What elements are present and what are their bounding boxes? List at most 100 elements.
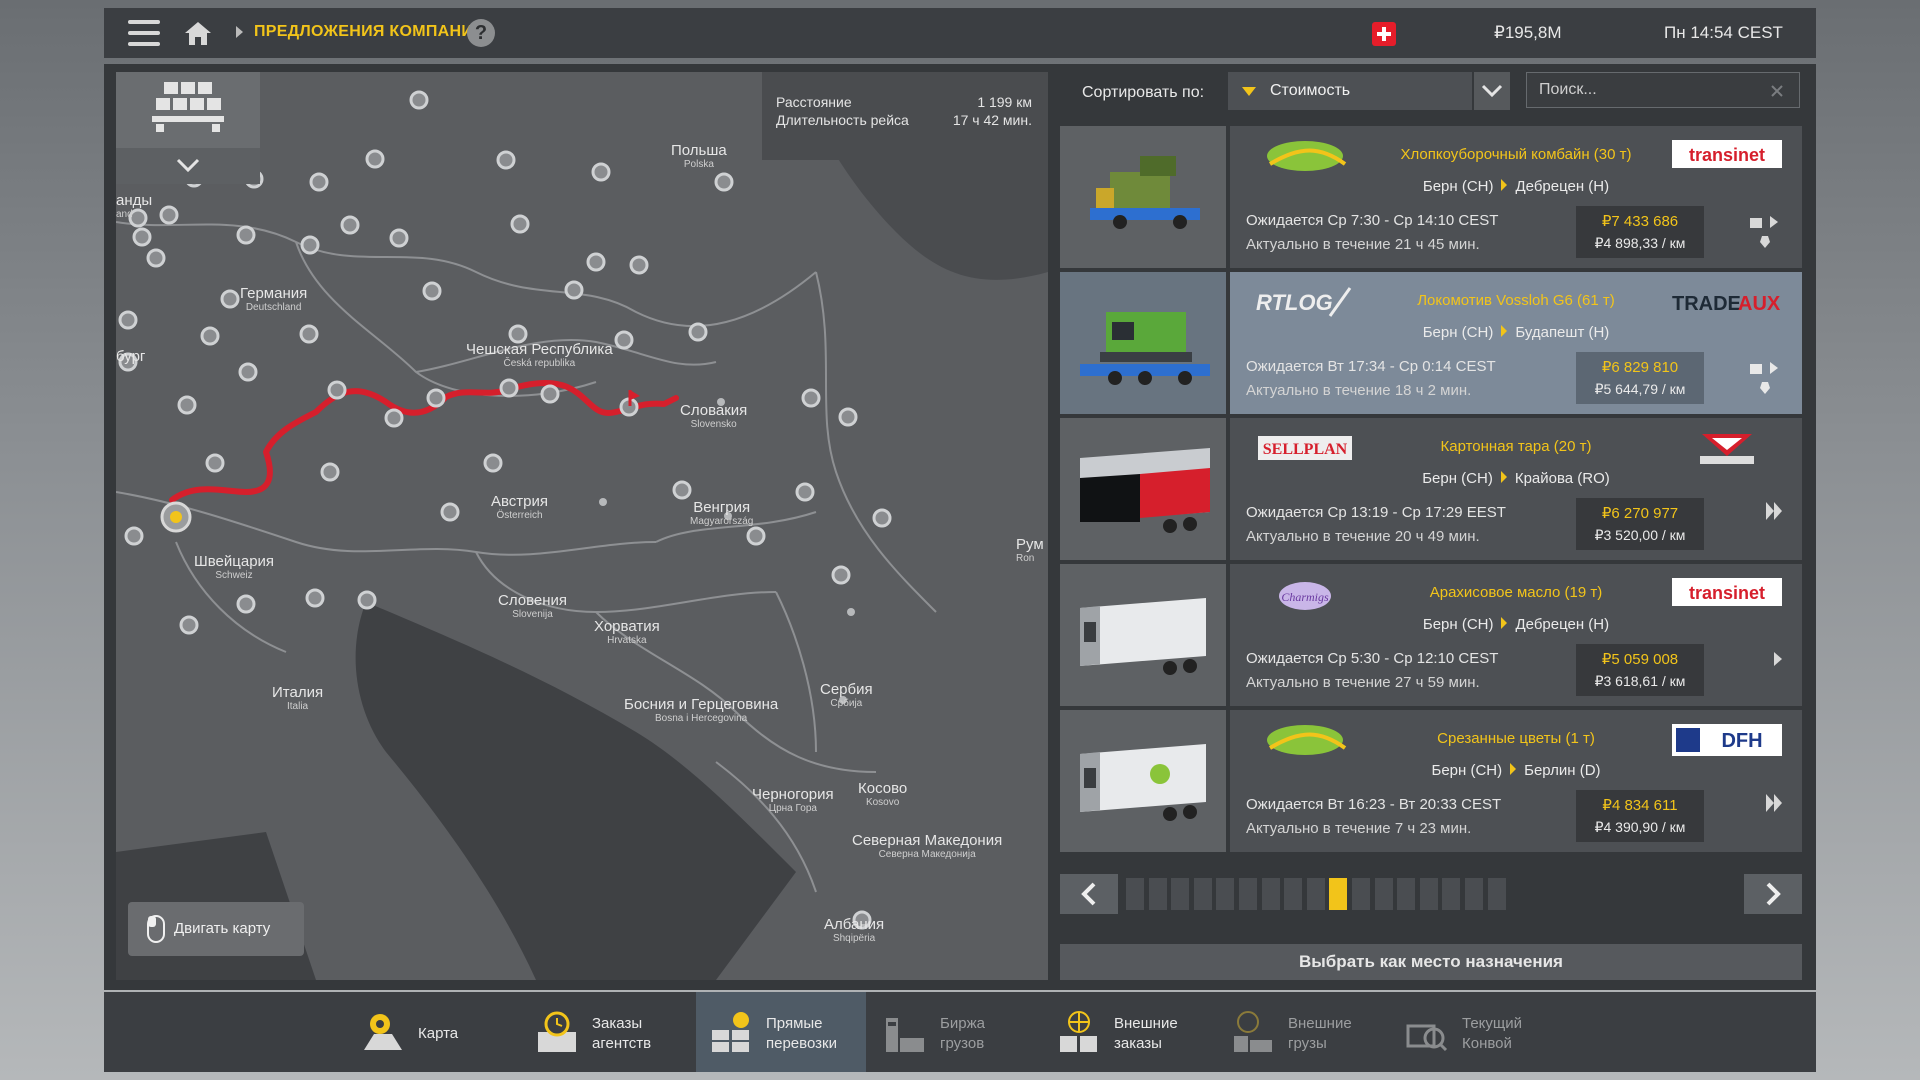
tab-label: Прямые перевозки: [766, 1015, 837, 1052]
home-icon[interactable]: [184, 20, 212, 46]
country-label-albania: Албания Shqipëria: [824, 916, 885, 944]
freight-market-icon: [886, 1018, 924, 1052]
clear-search-icon[interactable]: [1770, 84, 1784, 98]
page-indicator[interactable]: [1352, 878, 1370, 910]
tab-agency-orders[interactable]: Заказы агентств: [522, 992, 692, 1072]
reefer-trailer-icon: [1080, 744, 1206, 821]
page-indicator[interactable]: [1487, 878, 1506, 910]
tab-external-cargo[interactable]: Внешние грузы: [1218, 992, 1388, 1072]
transinet-logo-icon: transinet: [1672, 140, 1782, 168]
page-indicator[interactable]: [1397, 878, 1416, 910]
route-map[interactable]: Польша Polska Германия Deutschland Чешск…: [116, 72, 1048, 980]
offer-card-selected[interactable]: RTLOG Локомотив Vossloh G6 (61 т) TRADE A…: [1060, 272, 1802, 414]
route-to: Будапешт (H): [1515, 324, 1610, 341]
trip-info-panel: Расстояние 1 199 км Длительность рейса 1…: [762, 72, 1048, 160]
price: ₽7 433 686: [1601, 213, 1679, 230]
expected-time: Ожидается Вт 17:34 - Ср 0:14 CEST: [1246, 358, 1496, 375]
direct-icon: [712, 1012, 749, 1052]
page-indicator[interactable]: [1239, 878, 1257, 910]
top-bar: ПРЕДЛОЖЕНИЯ КОМПАНИЙ ? ₽195,8M Пн 14:54 …: [104, 8, 1816, 58]
agrofoods-logo-icon: [1267, 141, 1347, 171]
cargo-thumbnail: [1060, 418, 1226, 560]
chevron-left-icon: [1081, 882, 1096, 906]
svg-text:Charmigs: Charmigs: [1281, 590, 1329, 604]
page-indicator[interactable]: [1306, 878, 1325, 910]
next-page-button[interactable]: [1744, 874, 1802, 914]
tab-external-contracts[interactable]: Внешние заказы: [1044, 992, 1214, 1072]
offer-details: Хлопкоуборочный комбайн (30 т) transinet…: [1230, 126, 1802, 268]
country-label-serbia: Сербия Србија: [820, 681, 873, 709]
tab-direct-jobs[interactable]: Прямые перевозки: [696, 992, 866, 1072]
svg-text:TRADE: TRADE: [1672, 293, 1741, 315]
set-destination-button[interactable]: Выбрать как место назначения: [1060, 944, 1802, 980]
cargo-title: Локомотив Vossloh G6 (61 т): [1417, 292, 1615, 309]
page-indicator[interactable]: [1261, 878, 1280, 910]
sort-dropdown-button[interactable]: [1474, 72, 1510, 110]
move-map-button[interactable]: Двигать карту: [128, 902, 304, 956]
bottom-tab-bar: Карта Заказы агентств Прямые перевозки Бир…: [104, 992, 1816, 1072]
route-from: Берн (CH): [1422, 178, 1494, 195]
breadcrumb[interactable]: ПРЕДЛОЖЕНИЯ КОМПАНИЙ: [254, 23, 485, 41]
page-indicator[interactable]: [1216, 878, 1235, 910]
price-per-km: ₽3 618,61 / км: [1594, 673, 1686, 689]
page-indicator[interactable]: [1148, 878, 1167, 910]
price-box: ₽7 433 686 ₽4 898,33 / км: [1576, 206, 1704, 258]
hamburger-menu-icon[interactable]: [128, 20, 160, 46]
cargo-thumbnail: [1060, 126, 1226, 268]
page-indicator[interactable]: [1442, 878, 1461, 910]
page-indicator[interactable]: [1419, 878, 1438, 910]
country-label-luxembourg-partial: бург: [116, 348, 146, 365]
tab-label: Заказы агентств: [592, 1015, 652, 1052]
country-label-kosovo: Косово Kosovo: [858, 780, 908, 808]
route-arrow-icon: [1500, 471, 1507, 483]
prev-page-button[interactable]: [1060, 874, 1118, 914]
route-arrow-icon: [1510, 763, 1517, 775]
map-layers-dropdown[interactable]: [116, 148, 260, 184]
tab-label: Биржа грузов: [940, 1015, 985, 1052]
tradeaux-logo-icon: TRADEAUX: [1672, 293, 1781, 315]
country-label-netherlands-partial: анды and: [116, 192, 153, 220]
price-per-km: ₽4 390,90 / км: [1594, 819, 1686, 835]
page-indicator[interactable]: [1465, 878, 1483, 910]
chevron-right-icon: [1774, 652, 1782, 666]
offer-card[interactable]: SELLPLAN Картонная тара (20 т) Берн (CH)…: [1060, 418, 1802, 560]
help-button[interactable]: ?: [467, 19, 495, 47]
offer-card[interactable]: Хлопкоуборочный комбайн (30 т) transinet…: [1060, 126, 1802, 268]
money-balance: ₽195,8M: [1494, 23, 1562, 42]
route-arrow-icon: [1501, 179, 1508, 191]
valid-for: Актуально в течение 21 ч 45 мин.: [1246, 236, 1480, 253]
country-label-romania-partial: Рум Ron: [1016, 536, 1044, 564]
game-window: ПРЕДЛОЖЕНИЯ КОМПАНИЙ ? ₽195,8M Пн 14:54 …: [104, 8, 1816, 1072]
route-to: Берлин (D): [1524, 762, 1601, 779]
chevron-down-icon: [1481, 84, 1503, 98]
page-indicator[interactable]: [1374, 878, 1393, 910]
offer-details: RTLOG Локомотив Vossloh G6 (61 т) TRADE A…: [1230, 272, 1802, 414]
transinet-logo-icon: transinet: [1672, 578, 1782, 606]
route-to: Крайова (RO): [1514, 470, 1610, 487]
page-indicator-current[interactable]: [1329, 878, 1348, 910]
mouse-icon: [147, 915, 165, 943]
search-input[interactable]: [1526, 72, 1800, 108]
country-label-slovakia: Словакия Slovensko: [680, 402, 748, 430]
sort-select[interactable]: Стоимость: [1228, 72, 1472, 110]
sort-value: Стоимость: [1270, 82, 1351, 99]
page-indicator[interactable]: [1171, 878, 1190, 910]
balkan-loco-logo-icon: [1700, 434, 1754, 464]
cargo-thumbnail: [1060, 710, 1226, 852]
country-label-montenegro: Черногория Црна Гора: [752, 786, 834, 814]
page-indicator[interactable]: [1284, 878, 1303, 910]
page-indicator[interactable]: [1126, 878, 1144, 910]
tab-current-convoy[interactable]: Текущий Конвой: [1392, 992, 1562, 1072]
swiss-flag-icon: [1372, 22, 1396, 46]
tab-freight-market[interactable]: Биржа грузов: [870, 992, 1040, 1072]
sort-direction-icon[interactable]: [1242, 87, 1256, 96]
price-per-km: ₽5 644,79 / км: [1594, 381, 1686, 397]
sellplan-logo-icon: SELLPLAN: [1258, 436, 1352, 460]
offer-card[interactable]: Срезанные цветы (1 т) DFH Берн (CH) Берли…: [1060, 710, 1802, 852]
valid-for: Актуально в течение 7 ч 23 мин.: [1246, 820, 1472, 837]
chevron-down-icon: [176, 158, 200, 173]
offer-card[interactable]: Charmigs Арахисовое масло (19 т) transin…: [1060, 564, 1802, 706]
distance-value: 1 199 км: [977, 94, 1032, 110]
tab-map[interactable]: Карта: [348, 992, 518, 1072]
page-indicator[interactable]: [1193, 878, 1212, 910]
